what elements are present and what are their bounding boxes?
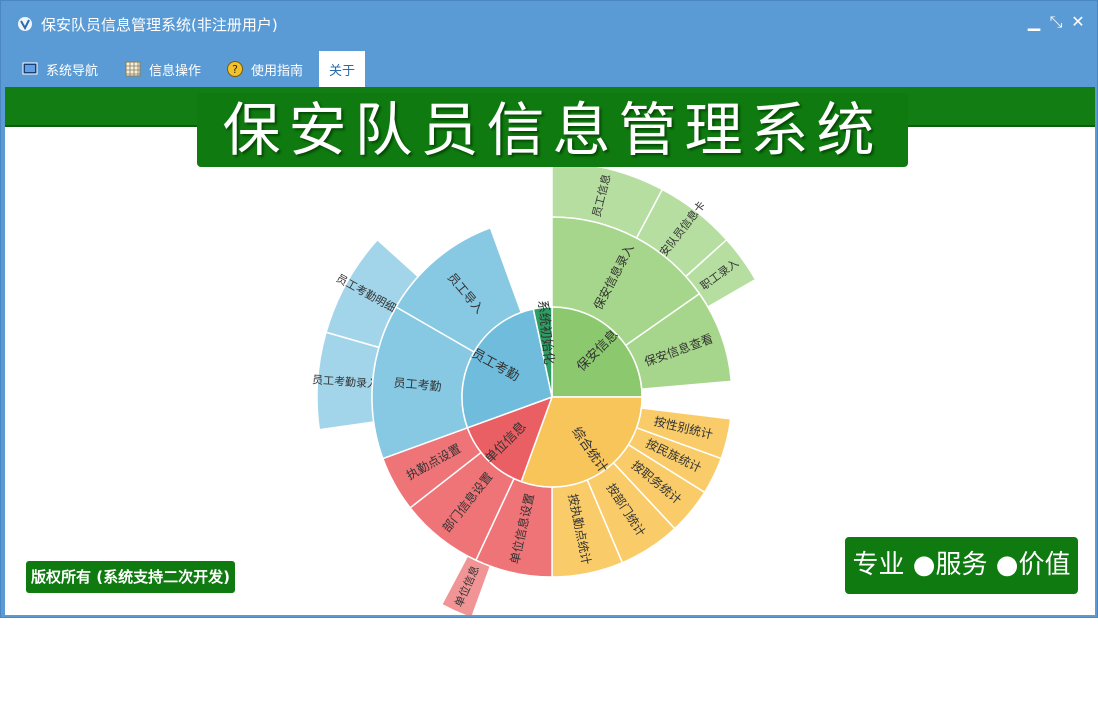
copyright-label: 版权所有 (系统支持二次开发) xyxy=(26,561,235,593)
menu-system-nav[interactable]: 系统导航 xyxy=(22,51,98,87)
svg-text:?: ? xyxy=(232,63,238,76)
monitor-icon xyxy=(22,62,38,75)
help-icon: ? xyxy=(227,61,243,77)
window-title: 保安队员信息管理系统(非注册用户) xyxy=(41,16,278,34)
menu-bar: 系统导航 信息操作 ? 使用指南 关于 xyxy=(1,51,1097,87)
app-window: 保安队员信息管理系统(非注册用户) ▁ ⤡ ✕ 系统导航 信息操作 ? 使用指南 xyxy=(0,0,1098,618)
menu-label: 使用指南 xyxy=(251,63,304,79)
title-bar: 保安队员信息管理系统(非注册用户) ▁ ⤡ ✕ xyxy=(1,1,1097,47)
grid-icon xyxy=(125,61,141,77)
menu-label: 关于 xyxy=(329,63,356,79)
slogan-label: 专业 ●服务 ●价值 xyxy=(845,537,1078,594)
menu-about[interactable]: 关于 xyxy=(319,51,366,87)
minimize-button[interactable]: ▁ xyxy=(1026,13,1042,31)
restore-button[interactable]: ⤡ xyxy=(1048,13,1064,31)
menu-info-ops[interactable]: 信息操作 xyxy=(125,51,201,87)
menu-user-guide[interactable]: ? 使用指南 xyxy=(227,51,303,87)
menu-label: 信息操作 xyxy=(149,63,202,79)
main-content: 员工信息 保安队员信息卡 职工录入 单位信息 员工考勤录入 员工考勤明细表 保安信息录入 保安… xyxy=(5,87,1095,615)
menu-label: 系统导航 xyxy=(46,63,99,79)
app-logo-icon xyxy=(18,17,32,31)
close-button[interactable]: ✕ xyxy=(1070,13,1086,31)
banner-title: 保安队员信息管理系统 xyxy=(197,93,908,167)
